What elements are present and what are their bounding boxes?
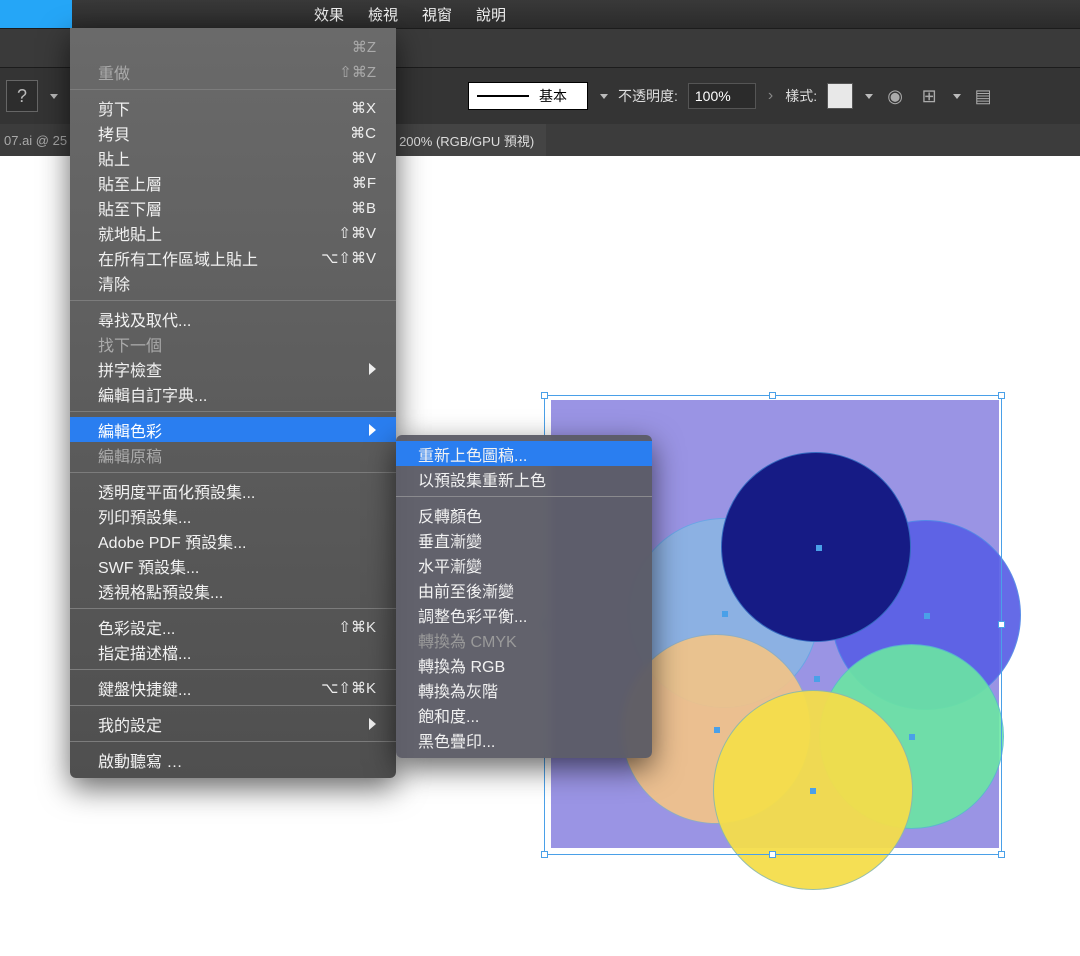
selection-handle[interactable] (998, 621, 1005, 628)
selection-handle[interactable] (769, 392, 776, 399)
chevron-down-icon[interactable] (600, 94, 608, 99)
selection-handle[interactable] (769, 851, 776, 858)
menu-item-find[interactable]: 尋找及取代... (70, 306, 396, 331)
selection-handle[interactable] (541, 851, 548, 858)
menu-item-keyboard-shortcuts[interactable]: 鍵盤快捷鍵...⌥⇧⌘K (70, 675, 396, 700)
submenu-arrow-icon (369, 363, 376, 375)
menu-item-custom-dictionary[interactable]: 編輯自訂字典... (70, 381, 396, 406)
chevron-right-icon: › (766, 87, 775, 105)
menu-window[interactable]: 視窗 (410, 0, 464, 28)
submenu-arrow-icon (369, 718, 376, 730)
menu-item-assign-profile[interactable]: 指定描述檔... (70, 639, 396, 664)
submenu-item-overprint[interactable]: 黑色疊印... (396, 727, 652, 752)
opacity-label: 不透明度: (618, 86, 678, 106)
recolor-icon[interactable]: ◉ (883, 84, 907, 108)
menu-item-copy[interactable]: 拷貝⌘C (70, 120, 396, 145)
help-icon[interactable]: ? (6, 80, 38, 112)
menu-item-paste-back[interactable]: 貼至下層⌘B (70, 195, 396, 220)
menu-item-redo: 重做⇧⌘Z (70, 59, 396, 84)
submenu-item-cmyk: 轉換為 CMYK (396, 627, 652, 652)
style-swatch[interactable] (827, 83, 853, 109)
menu-item-paste-all[interactable]: 在所有工作區域上貼上⌥⇧⌘V (70, 245, 396, 270)
chevron-down-icon[interactable] (50, 94, 58, 99)
menu-item-spellcheck[interactable]: 拼字檢查 (70, 356, 396, 381)
document-info: 200% (RGB/GPU 預視) (387, 124, 546, 156)
separator (396, 496, 652, 497)
submenu-item-hblend[interactable]: 水平漸變 (396, 552, 652, 577)
separator (70, 300, 396, 301)
menu-item-my-settings[interactable]: 我的設定 (70, 711, 396, 736)
menu-item-swf-preset[interactable]: SWF 預設集... (70, 553, 396, 578)
menu-item-cut[interactable]: 剪下⌘X (70, 95, 396, 120)
selection-handle[interactable] (541, 392, 548, 399)
menu-item-flatten-preset[interactable]: 透明度平面化預設集... (70, 478, 396, 503)
menu-item-dictation[interactable]: 啟動聽寫 … (70, 747, 396, 772)
menu-item-pdf-preset[interactable]: Adobe PDF 預設集... (70, 528, 396, 553)
menu-effects[interactable]: 效果 (302, 0, 356, 28)
edit-colors-submenu: 重新上色圖稿... 以預設集重新上色 反轉顏色 垂直漸變 水平漸變 由前至後漸變… (396, 435, 652, 758)
submenu-item-recolor-preset[interactable]: 以預設集重新上色 (396, 466, 652, 491)
submenu-item-fbblend[interactable]: 由前至後漸變 (396, 577, 652, 602)
submenu-arrow-icon (369, 424, 376, 436)
style-label: 樣式: (785, 86, 817, 106)
submenu-item-rgb[interactable]: 轉換為 RGB (396, 652, 652, 677)
submenu-item-vblend[interactable]: 垂直漸變 (396, 527, 652, 552)
submenu-item-recolor[interactable]: 重新上色圖稿... (396, 441, 652, 466)
menu-item-paste-front[interactable]: 貼至上層⌘F (70, 170, 396, 195)
menu-item-edit-colors[interactable]: 編輯色彩 (70, 417, 396, 442)
chevron-down-icon[interactable] (953, 94, 961, 99)
top-menu-bar: 效果 檢視 視窗 說明 (0, 0, 1080, 28)
document-tab[interactable]: 07.ai @ 25 (2, 133, 67, 148)
menu-edit[interactable] (0, 0, 72, 28)
menu-item-edit-original: 編輯原稿 (70, 442, 396, 467)
submenu-item-invert[interactable]: 反轉顏色 (396, 502, 652, 527)
menu-item-paste-place[interactable]: 就地貼上⇧⌘V (70, 220, 396, 245)
menu-item-perspective-preset[interactable]: 透視格點預設集... (70, 578, 396, 603)
separator (70, 472, 396, 473)
menu-item-paste[interactable]: 貼上⌘V (70, 145, 396, 170)
arrange-icon[interactable]: ▤ (971, 84, 995, 108)
align-icon[interactable]: ⊞ (917, 84, 941, 108)
separator (70, 608, 396, 609)
menu-item-color-settings[interactable]: 色彩設定...⇧⌘K (70, 614, 396, 639)
edit-menu-dropdown: ⌘Z 重做⇧⌘Z 剪下⌘X 拷貝⌘C 貼上⌘V 貼至上層⌘F 貼至下層⌘B 就地… (70, 28, 396, 778)
separator (70, 669, 396, 670)
submenu-item-saturation[interactable]: 飽和度... (396, 702, 652, 727)
separator (70, 411, 396, 412)
separator (70, 741, 396, 742)
chevron-down-icon[interactable] (865, 94, 873, 99)
menu-item-clear[interactable]: 清除 (70, 270, 396, 295)
menu-item-undo[interactable]: ⌘Z (70, 34, 396, 59)
separator (70, 705, 396, 706)
opacity-input[interactable]: 100% (688, 83, 756, 109)
submenu-item-balance[interactable]: 調整色彩平衡... (396, 602, 652, 627)
menu-item-find-next: 找下一個 (70, 331, 396, 356)
menu-view[interactable]: 檢視 (356, 0, 410, 28)
stroke-style-dropdown[interactable]: 基本 (468, 82, 588, 110)
menu-help[interactable]: 說明 (464, 0, 518, 28)
separator (70, 89, 396, 90)
menu-item-print-preset[interactable]: 列印預設集... (70, 503, 396, 528)
selection-handle[interactable] (998, 851, 1005, 858)
submenu-item-gray[interactable]: 轉換為灰階 (396, 677, 652, 702)
selection-handle[interactable] (998, 392, 1005, 399)
stroke-label: 基本 (539, 86, 567, 106)
